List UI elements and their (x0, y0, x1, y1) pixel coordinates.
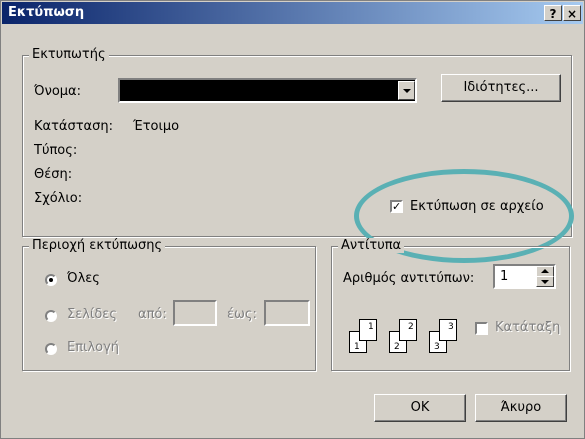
page-2-front: 2 (399, 319, 417, 341)
copies-count-label: Αριθμός αντιτύπων: (343, 271, 475, 286)
all-radio[interactable] (45, 274, 57, 286)
print-range-legend: Περιοχή εκτύπωσης (29, 238, 166, 253)
copies-count-value[interactable]: 1 (500, 269, 508, 284)
help-button[interactable]: ? (544, 5, 562, 21)
from-input[interactable] (173, 300, 217, 326)
printer-name-label: Όνομα: (34, 84, 81, 99)
to-input[interactable] (264, 300, 310, 326)
status-label: Κατάσταση: (34, 119, 113, 134)
spin-down-button[interactable] (536, 276, 554, 287)
title-bar[interactable]: Εκτύπωση ? × (2, 2, 583, 24)
collate-label[interactable]: Κατάταξη (495, 320, 560, 335)
selection-radio[interactable] (45, 343, 57, 355)
dropdown-arrow-button[interactable] (398, 81, 415, 100)
chevron-down-icon (403, 89, 411, 93)
radio-dot-icon (49, 278, 53, 282)
from-label: από: (138, 307, 167, 322)
printer-legend: Εκτυπωτής (29, 47, 109, 62)
chevron-up-icon (541, 269, 549, 273)
type-label: Τύπος: (34, 143, 78, 158)
cancel-button[interactable]: Άκυρο (475, 394, 567, 422)
all-label[interactable]: Όλες (67, 271, 100, 286)
to-label: έως: (227, 307, 257, 322)
copies-count-spinner[interactable]: 1 (493, 264, 556, 289)
collate-checkbox[interactable] (475, 322, 488, 335)
where-label: Θέση: (34, 167, 73, 182)
ok-button[interactable]: OK (374, 394, 466, 422)
window-title: Εκτύπωση (8, 5, 85, 20)
chevron-down-icon (541, 280, 549, 284)
comment-label: Σχόλιο: (34, 191, 83, 206)
copies-legend: Αντίτυπα (338, 238, 405, 253)
close-button[interactable]: × (563, 5, 581, 21)
properties-button[interactable]: Ιδιότητες... (441, 74, 561, 102)
print-dialog: Εκτύπωση ? × Εκτυπωτής Όνομα: Ιδιότητες.… (0, 0, 585, 439)
printer-name-combo[interactable] (118, 78, 417, 103)
status-value: Έτοιμο (133, 119, 180, 134)
selection-label[interactable]: Επιλογή (67, 340, 119, 355)
pages-label[interactable]: Σελίδες (67, 307, 117, 322)
pages-radio[interactable] (45, 310, 57, 322)
page-3-front: 3 (439, 319, 457, 341)
page-1-front: 1 (359, 319, 377, 341)
